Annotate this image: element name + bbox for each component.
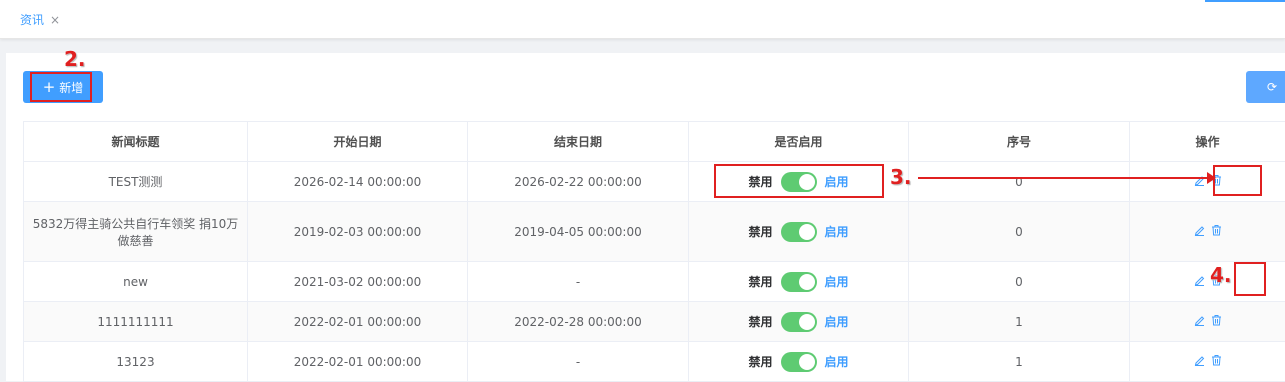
cell-title: 1111111111 — [24, 302, 248, 342]
switch-track[interactable] — [781, 352, 817, 372]
cell-title: 13123 — [24, 342, 248, 382]
edit-icon[interactable] — [1194, 314, 1205, 326]
cell-start-date: 2026-02-14 00:00:00 — [248, 162, 468, 202]
edit-icon[interactable] — [1194, 224, 1205, 236]
header-end-date: 结束日期 — [468, 122, 689, 162]
top-accent-line — [1205, 0, 1285, 2]
annotation-box — [1213, 165, 1262, 196]
cell-end-date: - — [468, 342, 689, 382]
header-actions: 操作 — [1130, 122, 1285, 162]
cell-enabled: 禁用 启用 — [689, 342, 909, 382]
delete-icon[interactable] — [1211, 224, 1222, 236]
tab-bar: 资讯 × — [0, 0, 1285, 39]
switch-off-label: 禁用 — [748, 223, 772, 240]
table-row: TEST测测2026-02-14 00:00:002026-02-22 00:0… — [24, 162, 1285, 202]
annotation-label: 3. — [890, 165, 912, 189]
cell-end-date: - — [468, 262, 689, 302]
edit-icon[interactable] — [1194, 354, 1205, 366]
edit-icon[interactable] — [1194, 274, 1205, 286]
annotation-label: 2. — [64, 47, 86, 71]
header-start-date: 开始日期 — [248, 122, 468, 162]
cell-end-date: 2026-02-22 00:00:00 — [468, 162, 689, 202]
cell-enabled: 禁用 启用 — [689, 302, 909, 342]
cell-enabled: 禁用 启用 — [689, 262, 909, 302]
switch-off-label: 禁用 — [748, 353, 772, 370]
cell-order: 0 — [909, 202, 1130, 262]
enable-switch[interactable]: 禁用 启用 — [748, 352, 848, 372]
refresh-icon: ⟳ — [1267, 80, 1277, 94]
enable-switch[interactable]: 禁用 启用 — [748, 272, 848, 292]
table-header-row: 新闻标题 开始日期 结束日期 是否启用 序号 操作 — [24, 122, 1285, 162]
annotation-box — [1234, 262, 1266, 296]
header-title: 新闻标题 — [24, 122, 248, 162]
switch-track[interactable] — [781, 222, 817, 242]
switch-knob — [799, 314, 815, 330]
cell-actions — [1130, 342, 1285, 382]
annotation-box — [714, 164, 884, 198]
cell-order: 1 — [909, 342, 1130, 382]
cell-end-date: 2022-02-28 00:00:00 — [468, 302, 689, 342]
annotation-arrow — [918, 177, 1208, 179]
cell-title: 5832万得主骑公共自行车领奖 捐10万做慈善 — [24, 202, 248, 262]
cell-start-date: 2022-02-01 00:00:00 — [248, 302, 468, 342]
switch-on-label: 启用 — [825, 273, 849, 290]
tab-news[interactable]: 资讯 × — [20, 11, 60, 28]
delete-icon[interactable] — [1211, 314, 1222, 326]
table-row: 11111111112022-02-01 00:00:002022-02-28 … — [24, 302, 1285, 342]
enable-switch[interactable]: 禁用 启用 — [748, 222, 848, 242]
switch-track[interactable] — [781, 272, 817, 292]
cell-title: new — [24, 262, 248, 302]
annotation-label: 4. — [1210, 263, 1232, 287]
cell-order: 0 — [909, 162, 1130, 202]
switch-off-label: 禁用 — [748, 273, 772, 290]
cell-end-date: 2019-04-05 00:00:00 — [468, 202, 689, 262]
delete-icon[interactable] — [1211, 354, 1222, 366]
switch-on-label: 启用 — [825, 223, 849, 240]
cell-enabled: 禁用 启用 — [689, 202, 909, 262]
tab-label: 资讯 — [20, 11, 44, 28]
cell-actions — [1130, 302, 1285, 342]
annotation-box — [30, 72, 92, 102]
switch-knob — [799, 224, 815, 240]
enable-switch[interactable]: 禁用 启用 — [748, 312, 848, 332]
switch-knob — [799, 354, 815, 370]
cell-start-date: 2022-02-01 00:00:00 — [248, 342, 468, 382]
switch-on-label: 启用 — [825, 353, 849, 370]
cell-title: TEST测测 — [24, 162, 248, 202]
header-order: 序号 — [909, 122, 1130, 162]
cell-start-date: 2021-03-02 00:00:00 — [248, 262, 468, 302]
table-row: 131232022-02-01 00:00:00- 禁用 启用 1 — [24, 342, 1285, 382]
table-row: 5832万得主骑公共自行车领奖 捐10万做慈善2019-02-03 00:00:… — [24, 202, 1285, 262]
cell-order: 0 — [909, 262, 1130, 302]
news-table: 新闻标题 开始日期 结束日期 是否启用 序号 操作 TEST测测2026-02-… — [23, 121, 1285, 382]
switch-on-label: 启用 — [825, 313, 849, 330]
table-row: new2021-03-02 00:00:00- 禁用 启用 0 — [24, 262, 1285, 302]
cell-order: 1 — [909, 302, 1130, 342]
header-enabled: 是否启用 — [689, 122, 909, 162]
cell-actions — [1130, 202, 1285, 262]
cell-start-date: 2019-02-03 00:00:00 — [248, 202, 468, 262]
switch-knob — [799, 274, 815, 290]
refresh-button[interactable]: ⟳ — [1246, 71, 1285, 103]
switch-off-label: 禁用 — [748, 313, 772, 330]
close-icon[interactable]: × — [50, 13, 60, 27]
edit-icon[interactable] — [1194, 174, 1205, 186]
switch-track[interactable] — [781, 312, 817, 332]
